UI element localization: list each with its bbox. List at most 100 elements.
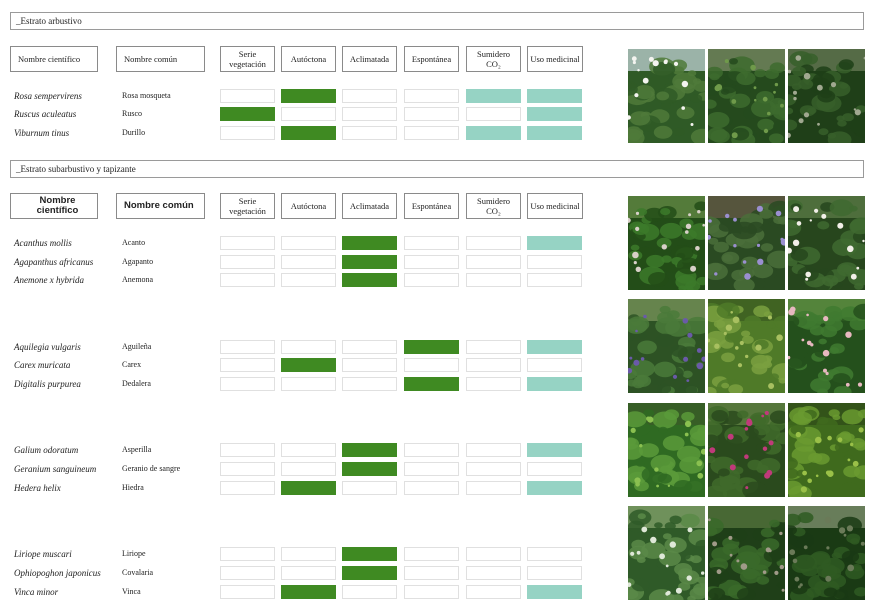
common-name: Liriope bbox=[122, 549, 146, 558]
scientific-name: Carex muricata bbox=[14, 360, 71, 370]
acanthus-photo bbox=[628, 196, 705, 290]
cell-espontanea-empty bbox=[404, 443, 459, 457]
cell-sumidero-co2-empty bbox=[466, 462, 521, 476]
ophiopogon-photo bbox=[708, 506, 785, 600]
liriope-photo bbox=[628, 506, 705, 600]
scientific-name: Viburnum tinus bbox=[14, 128, 70, 138]
cell-aclimatada-empty bbox=[342, 585, 397, 599]
section-title-subarbustivo: _Estrato subarbustivo y tapizante bbox=[10, 160, 864, 178]
header-common-name: Nombre común bbox=[116, 46, 205, 72]
cell-uso-medicinal-filled bbox=[527, 377, 582, 391]
cell-sumidero-co2-empty bbox=[466, 443, 521, 457]
header-uso-medicinal: Uso medicinal bbox=[527, 46, 583, 72]
cell-espontanea-empty bbox=[404, 585, 459, 599]
common-name: Carex bbox=[122, 360, 142, 369]
cell-autoctona-empty bbox=[281, 236, 336, 250]
common-name: Anemona bbox=[122, 275, 154, 284]
cell-autoctona-filled bbox=[281, 89, 336, 103]
common-name: Rosa mosqueta bbox=[122, 91, 171, 100]
header-aclimatada: Aclimatada bbox=[342, 46, 397, 72]
cell-sumidero-co2-empty bbox=[466, 566, 521, 580]
cell-autoctona-filled bbox=[281, 481, 336, 495]
cell-sumidero-co2-empty bbox=[466, 377, 521, 391]
cell-uso-medicinal-empty bbox=[527, 547, 582, 561]
header-uso-medicinal: Uso medicinal bbox=[527, 193, 583, 219]
cell-aclimatada-filled bbox=[342, 255, 397, 269]
cell-uso-medicinal-filled bbox=[527, 107, 582, 121]
cell-serie-vegetacion-empty bbox=[220, 585, 275, 599]
cell-sumidero-co2-filled bbox=[466, 89, 521, 103]
cell-espontanea-empty bbox=[404, 462, 459, 476]
scientific-name: Digitalis purpurea bbox=[14, 379, 81, 389]
cell-serie-vegetacion-empty bbox=[220, 126, 275, 140]
cell-autoctona-empty bbox=[281, 273, 336, 287]
cell-uso-medicinal-empty bbox=[527, 273, 582, 287]
cell-sumidero-co2-empty bbox=[466, 236, 521, 250]
cell-aclimatada-empty bbox=[342, 377, 397, 391]
cell-autoctona-empty bbox=[281, 340, 336, 354]
header-autoctona: Autóctona bbox=[281, 193, 336, 219]
scientific-name: Anemone x hybrida bbox=[14, 275, 84, 285]
common-name: Dedalera bbox=[122, 379, 151, 388]
cell-espontanea-filled bbox=[404, 377, 459, 391]
white-rose-shrub-photo bbox=[628, 49, 705, 143]
cell-sumidero-co2-empty bbox=[466, 585, 521, 599]
cell-serie-vegetacion-empty bbox=[220, 358, 275, 372]
cell-uso-medicinal-filled bbox=[527, 340, 582, 354]
vinca-photo bbox=[788, 506, 865, 600]
cell-sumidero-co2-empty bbox=[466, 255, 521, 269]
cell-sumidero-co2-empty bbox=[466, 547, 521, 561]
cell-espontanea-empty bbox=[404, 547, 459, 561]
header-common-name: Nombre común bbox=[116, 193, 205, 219]
common-name: Asperilla bbox=[122, 445, 152, 454]
cell-aclimatada-filled bbox=[342, 547, 397, 561]
cell-serie-vegetacion-empty bbox=[220, 481, 275, 495]
scientific-name: Rosa sempervirens bbox=[14, 91, 82, 101]
header-scientific-name: Nombre científico bbox=[10, 46, 98, 72]
cell-autoctona-empty bbox=[281, 547, 336, 561]
common-name: Hiedra bbox=[122, 483, 144, 492]
cell-autoctona-filled bbox=[281, 126, 336, 140]
cell-espontanea-empty bbox=[404, 273, 459, 287]
agapanthus-photo bbox=[708, 196, 785, 290]
carex-photo bbox=[708, 299, 785, 393]
cell-aclimatada-empty bbox=[342, 481, 397, 495]
scientific-name: Agapanthus africanus bbox=[14, 257, 94, 267]
scientific-name: Liriope muscari bbox=[14, 549, 72, 559]
cell-serie-vegetacion-empty bbox=[220, 462, 275, 476]
header-sumidero-co2: Sumidero CO₂ bbox=[466, 46, 521, 72]
cell-serie-vegetacion-empty bbox=[220, 273, 275, 287]
cell-sumidero-co2-empty bbox=[466, 340, 521, 354]
cell-espontanea-filled bbox=[404, 340, 459, 354]
common-name: Aguileña bbox=[122, 342, 152, 351]
hedera-photo bbox=[788, 403, 865, 497]
cell-uso-medicinal-empty bbox=[527, 462, 582, 476]
cell-uso-medicinal-filled bbox=[527, 443, 582, 457]
cell-sumidero-co2-empty bbox=[466, 481, 521, 495]
cell-espontanea-empty bbox=[404, 107, 459, 121]
common-name: Rusco bbox=[122, 109, 142, 118]
cell-serie-vegetacion-empty bbox=[220, 547, 275, 561]
cell-autoctona-empty bbox=[281, 377, 336, 391]
section-title-arbustivo: _Estrato arbustivo bbox=[10, 12, 864, 30]
scientific-name: Geranium sanguineum bbox=[14, 464, 97, 474]
cell-serie-vegetacion-empty bbox=[220, 236, 275, 250]
scientific-name: Ruscus aculeatus bbox=[14, 109, 77, 119]
common-name: Geranio de sangre bbox=[122, 464, 181, 473]
cell-espontanea-empty bbox=[404, 255, 459, 269]
header-autoctona: Autóctona bbox=[281, 46, 336, 72]
cell-serie-vegetacion-empty bbox=[220, 255, 275, 269]
cell-espontanea-empty bbox=[404, 566, 459, 580]
cell-uso-medicinal-filled bbox=[527, 236, 582, 250]
cell-autoctona-empty bbox=[281, 566, 336, 580]
digitalis-photo bbox=[788, 299, 865, 393]
common-name: Acanto bbox=[122, 238, 146, 247]
cell-aclimatada-empty bbox=[342, 107, 397, 121]
cell-espontanea-empty bbox=[404, 358, 459, 372]
cell-uso-medicinal-empty bbox=[527, 255, 582, 269]
cell-aclimatada-filled bbox=[342, 462, 397, 476]
ruscus-shrub-photo bbox=[708, 49, 785, 143]
scientific-name: Vinca minor bbox=[14, 587, 59, 597]
cell-autoctona-filled bbox=[281, 585, 336, 599]
cell-sumidero-co2-empty bbox=[466, 107, 521, 121]
